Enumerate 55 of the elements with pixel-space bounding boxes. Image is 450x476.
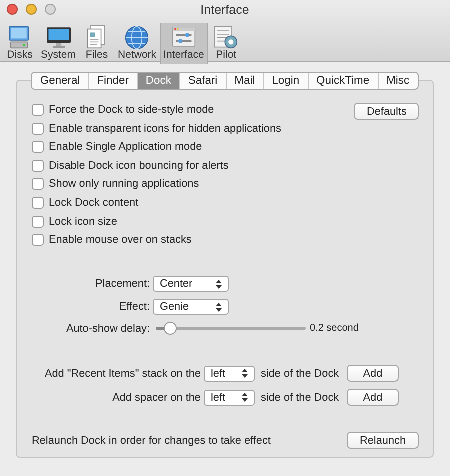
checkbox[interactable] <box>32 216 44 228</box>
tab[interactable]: Safari <box>179 73 226 89</box>
minimize-button[interactable] <box>26 4 37 15</box>
row-label: Add "Recent Items" stack on the <box>44 368 201 380</box>
checkbox-label: Show only running applications <box>49 178 200 190</box>
field-label: Placement: <box>94 278 150 290</box>
checkbox-label: Enable mouse over on stacks <box>49 234 192 246</box>
field-label: Effect: <box>118 301 150 314</box>
defaults-button[interactable]: Defaults <box>354 103 419 120</box>
close-button[interactable] <box>7 4 18 15</box>
popup-menu[interactable]: Genie <box>153 299 229 316</box>
checkbox[interactable] <box>32 234 44 246</box>
slider-value: 0.2 second <box>310 323 359 334</box>
popup-menu[interactable]: left <box>204 366 255 382</box>
row-label: side of the Dock <box>260 392 340 404</box>
add-button[interactable]: Add <box>347 389 399 406</box>
toolbar-item[interactable]: Pilot <box>208 23 244 64</box>
row-label: Add spacer on the <box>112 392 201 404</box>
checkbox[interactable] <box>32 122 44 135</box>
tab[interactable]: Login <box>263 73 308 89</box>
checkbox[interactable] <box>32 160 44 172</box>
relaunch-button[interactable]: Relaunch <box>346 432 419 450</box>
zoom-button[interactable] <box>45 4 56 15</box>
checkbox-label: Disable Dock icon bouncing for alerts <box>49 160 229 172</box>
checkbox[interactable] <box>32 104 44 116</box>
checkbox-label: Lock icon size <box>49 216 118 228</box>
checkbox-label: Enable transparent icons for hidden applications <box>49 122 282 135</box>
toolbar-item[interactable]: System <box>38 23 80 64</box>
row-label: side of the Dock <box>260 368 340 380</box>
toolbar-item[interactable]: Network <box>115 23 160 64</box>
checkbox[interactable] <box>32 178 44 190</box>
toolbar-item[interactable]: Files <box>79 23 116 64</box>
add-button[interactable]: Add <box>347 365 399 382</box>
stepper-arrows-icon <box>216 302 222 312</box>
tab[interactable]: General <box>32 73 88 89</box>
checkbox-label: Enable Single Application mode <box>49 141 202 154</box>
tab[interactable]: Misc <box>378 73 418 89</box>
tab[interactable]: Mail <box>226 73 264 89</box>
stepper-arrows-icon <box>216 280 222 289</box>
checkbox[interactable] <box>32 141 44 154</box>
stepper-arrows-icon <box>242 393 248 402</box>
info-text: Relaunch Dock in order for changes to take effect <box>32 434 271 447</box>
toolbar-item[interactable]: Disks <box>2 23 38 64</box>
tab[interactable]: QuickTime <box>308 73 378 89</box>
slider-track[interactable] <box>156 322 306 336</box>
window-title: Interface <box>200 2 250 18</box>
popup-menu[interactable]: left <box>204 390 255 406</box>
checkbox-label: Lock Dock content <box>49 196 139 209</box>
popup-menu[interactable]: Center <box>153 276 229 292</box>
checkbox-label: Force the Dock to side-style mode <box>49 104 214 116</box>
slider-label: Auto-show delay: <box>65 322 150 335</box>
stepper-arrows-icon <box>242 369 248 378</box>
toolbar-item[interactable]: Interface <box>160 23 208 64</box>
slider-thumb[interactable] <box>164 322 177 336</box>
checkbox[interactable] <box>32 196 44 209</box>
